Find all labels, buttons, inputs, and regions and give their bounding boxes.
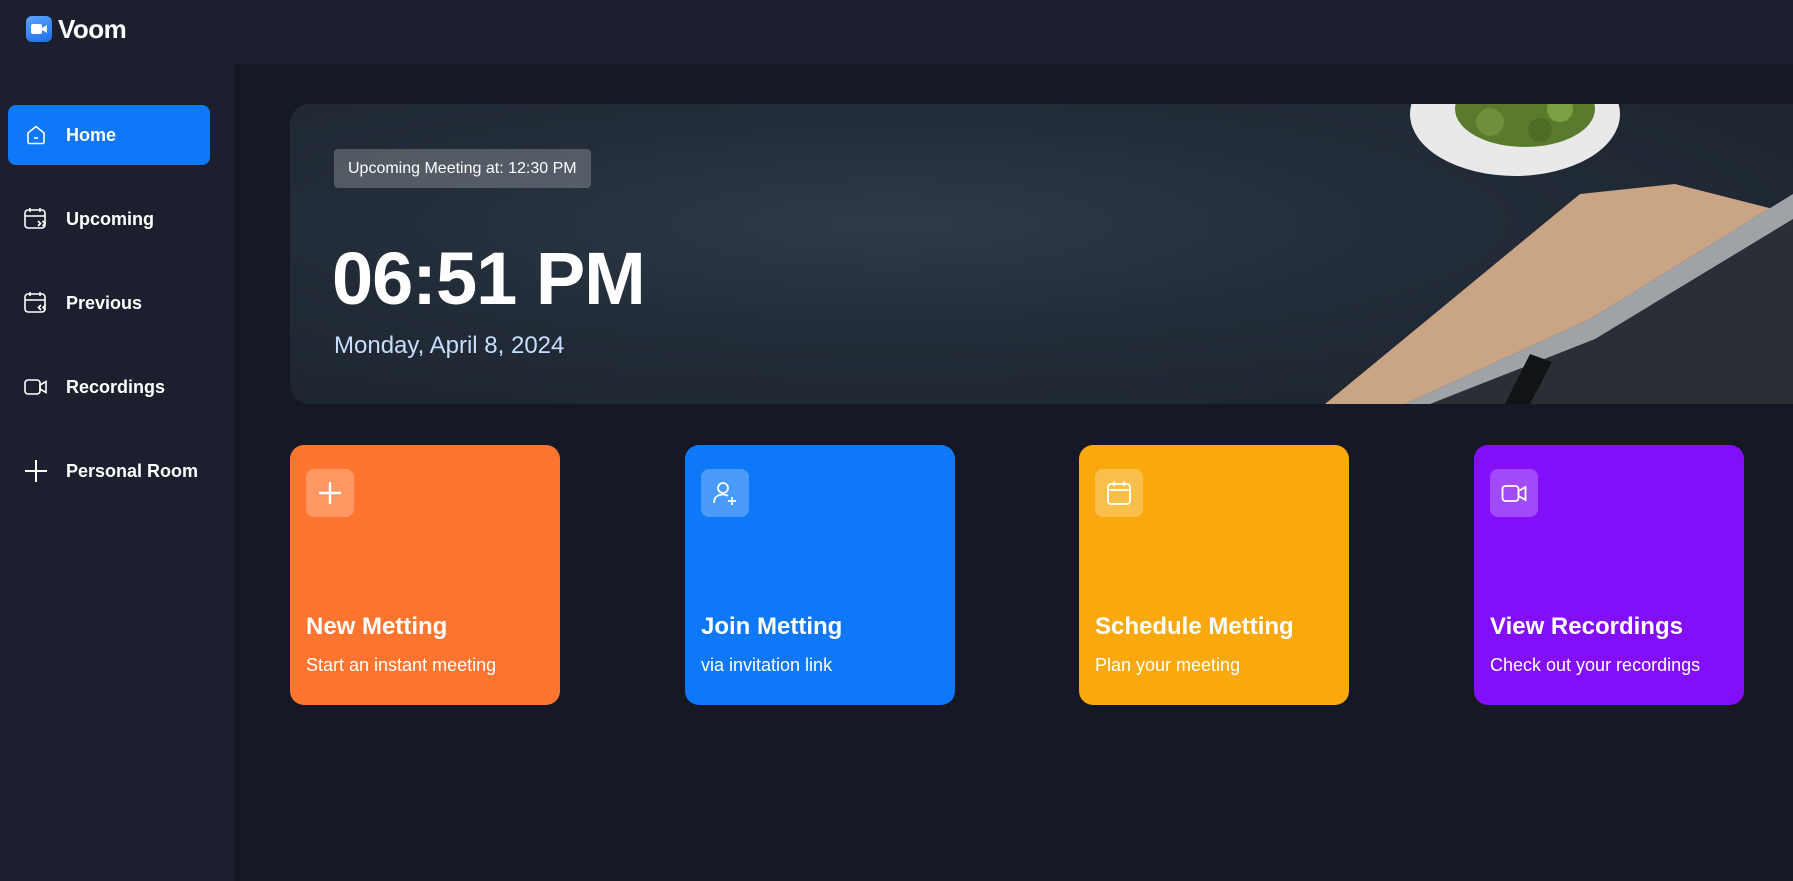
video-icon: [1490, 469, 1538, 517]
new-meeting-card[interactable]: New Metting Start an instant meeting: [290, 445, 560, 705]
join-meeting-card[interactable]: Join Metting via invitation link: [685, 445, 955, 705]
view-recordings-card[interactable]: View Recordings Check out your recording…: [1474, 445, 1744, 705]
current-time: 06:51 PM: [332, 237, 646, 320]
card-subtitle: Start an instant meeting: [306, 655, 497, 675]
sidebar-item-label: Home: [66, 124, 117, 145]
sidebar: Home Upcoming Previous Recordings Person…: [0, 64, 234, 881]
app-logo[interactable]: Voom: [26, 13, 127, 44]
sidebar-item-home[interactable]: Home: [8, 105, 210, 165]
upcoming-meeting-badge: Upcoming Meeting at: 12:30 PM: [334, 149, 591, 188]
app-name: Voom: [58, 13, 127, 44]
sidebar-item-label: Previous: [66, 292, 143, 313]
sidebar-item-previous[interactable]: Previous: [8, 273, 210, 333]
card-title: View Recordings: [1490, 613, 1683, 640]
current-date: Monday, April 8, 2024: [334, 332, 565, 359]
schedule-meeting-card[interactable]: Schedule Metting Plan your meeting: [1079, 445, 1349, 705]
hero-banner: Upcoming Meeting at: 12:30 PM 06:51 PM M…: [290, 104, 1793, 404]
card-title: Schedule Metting: [1095, 613, 1294, 640]
sidebar-item-upcoming[interactable]: Upcoming: [8, 189, 210, 249]
card-subtitle: Check out your recordings: [1490, 655, 1701, 675]
calendar-back-icon: [22, 289, 50, 317]
calendar-forward-icon: [22, 205, 50, 233]
plus-icon: [306, 469, 354, 517]
card-title: New Metting: [306, 613, 448, 640]
user-add-icon: [701, 469, 749, 517]
plus-icon: [22, 457, 50, 485]
top-bar: Voom: [0, 0, 1793, 64]
calendar-icon: [1095, 469, 1143, 517]
sidebar-item-label: Upcoming: [66, 208, 154, 229]
sidebar-item-personal-room[interactable]: Personal Room: [8, 441, 210, 501]
video-camera-logo-icon: [26, 16, 52, 42]
sidebar-item-label: Personal Room: [66, 460, 199, 481]
sidebar-item-label: Recordings: [66, 376, 166, 397]
sidebar-item-recordings[interactable]: Recordings: [8, 357, 210, 417]
card-title: Join Metting: [701, 613, 843, 640]
video-icon: [22, 373, 50, 401]
card-subtitle: via invitation link: [701, 655, 833, 675]
card-subtitle: Plan your meeting: [1095, 655, 1241, 675]
home-icon: [22, 121, 50, 149]
